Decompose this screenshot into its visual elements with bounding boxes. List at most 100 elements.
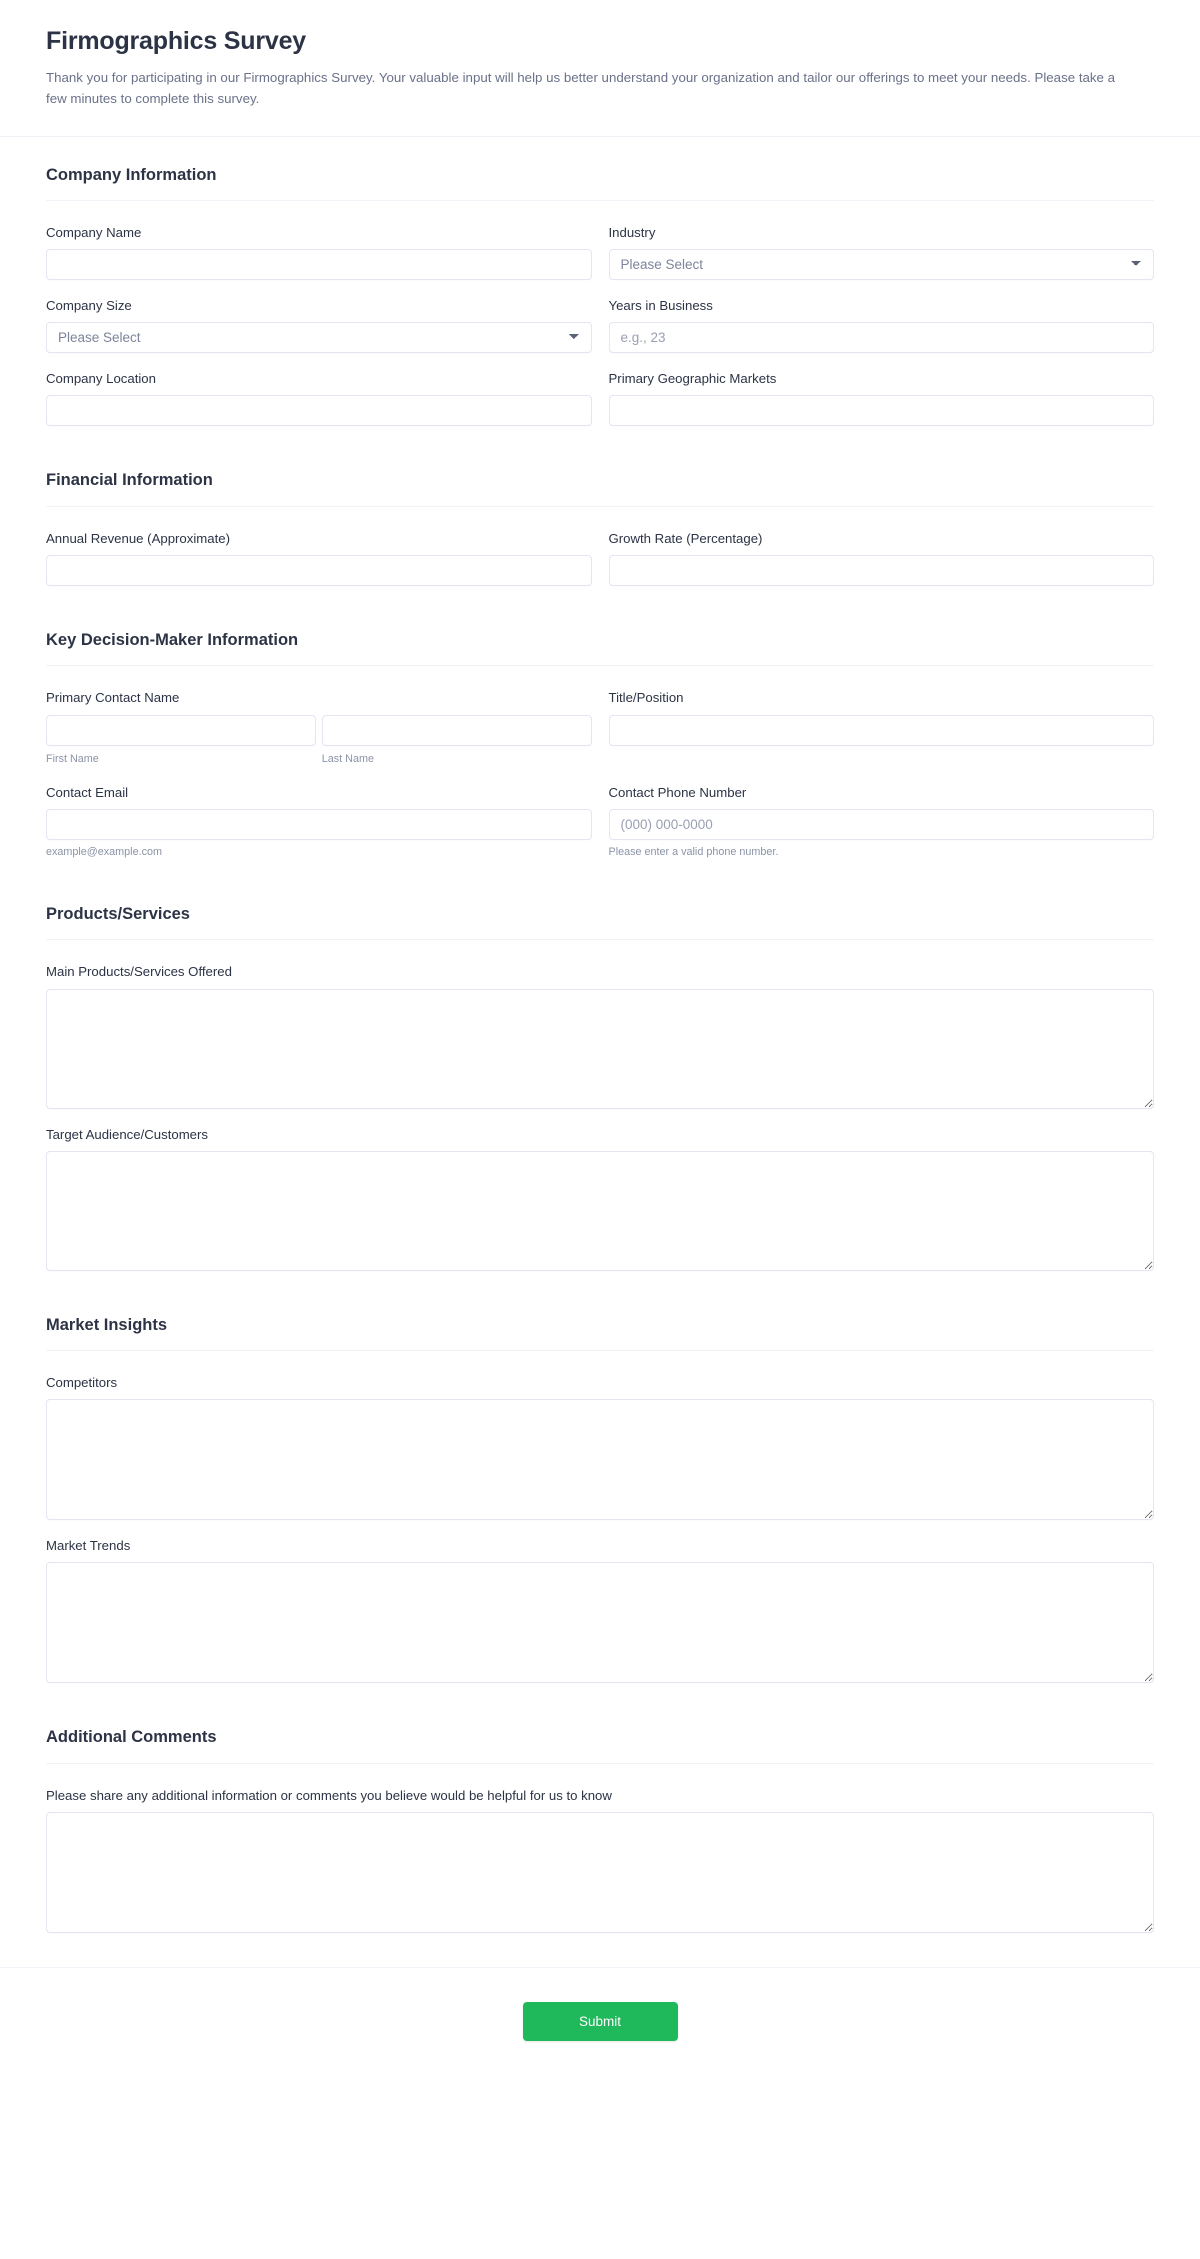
label-company-size: Company Size (46, 298, 132, 314)
growth-rate-input[interactable] (608, 555, 1154, 586)
first-name-hint: First Name (46, 752, 99, 765)
form-col: Primary Contact Name First Name Last Nam… (46, 682, 592, 776)
label-annual-revenue: Annual Revenue (Approximate) (46, 530, 230, 546)
field-competitors: Competitors (46, 1367, 1154, 1530)
title-position-input[interactable] (608, 714, 1154, 746)
annual-revenue-input[interactable] (46, 555, 592, 586)
section-financial-information: Financial Information Annual Revenue (Ap… (0, 442, 1200, 602)
contact-email-input[interactable] (46, 808, 592, 840)
form-row: Primary Contact Name First Name Last Nam… (46, 682, 1154, 776)
section-title-company: Company Information (46, 165, 217, 184)
contact-phone-number-input[interactable] (608, 808, 1154, 840)
form-col: Contact Email example@example.com (46, 777, 592, 870)
target-audience-textarea[interactable] (46, 1150, 1154, 1271)
label-company-name: Company Name (46, 225, 142, 240)
last-name-hint: Last Name (321, 752, 374, 765)
form-row: Annual Revenue (Approximate) Growth Rate… (46, 523, 1154, 596)
submit-button[interactable]: Submit (522, 2001, 678, 2042)
label-years-in-business: Years in Business (608, 298, 713, 314)
field-contact-phone-number: Contact Phone Number Please enter a vali… (608, 777, 1154, 870)
label-market-trends: Market Trends (46, 1538, 131, 1554)
company-name-input[interactable] (46, 249, 592, 281)
section-header-decision-maker: Key Decision-Maker Information (46, 602, 1154, 667)
competitors-textarea[interactable] (46, 1399, 1154, 1521)
field-industry: Industry Please Select (608, 217, 1154, 290)
contact-email-hint: example@example.com (46, 845, 162, 858)
label-primary-geographic-markets: Primary Geographic Markets (608, 371, 777, 387)
last-name-input[interactable] (321, 714, 592, 746)
company-location-input[interactable] (46, 395, 592, 427)
form-col: Annual Revenue (Approximate) (46, 523, 592, 596)
form-col: Market Trends (46, 1530, 1154, 1693)
label-main-products-services: Main Products/Services Offered (46, 964, 232, 980)
additional-comments-textarea[interactable] (46, 1811, 1154, 1933)
form-col: Main Products/Services Offered (46, 956, 1154, 1118)
form-col: Competitors (46, 1367, 1154, 1530)
label-primary-contact-name: Primary Contact Name (46, 690, 180, 706)
form-row: Competitors (46, 1367, 1154, 1530)
form-row: Company Location Primary Geographic Mark… (46, 363, 1154, 436)
years-in-business-input[interactable] (608, 322, 1154, 354)
section-company-information: Company Information Company Name Industr… (0, 137, 1200, 443)
survey-form: Firmographics Survey Thank you for parti… (0, 0, 1200, 2086)
label-company-location: Company Location (46, 371, 156, 387)
section-body-company: Company Name Industry Please Select Comp… (46, 201, 1154, 442)
form-row: Main Products/Services Offered (46, 956, 1154, 1118)
label-additional-comments: Please share any additional information … (46, 1787, 612, 1803)
label-growth-rate: Growth Rate (Percentage) (608, 530, 763, 546)
form-row: Market Trends (46, 1530, 1154, 1693)
form-col: Company Size Please Select (46, 290, 592, 363)
section-body-financial: Annual Revenue (Approximate) Growth Rate… (46, 507, 1154, 602)
form-header: Firmographics Survey Thank you for parti… (0, 0, 1200, 137)
section-header-market: Market Insights (46, 1287, 1154, 1352)
label-industry: Industry (608, 225, 656, 240)
section-products-services: Products/Services Main Products/Services… (0, 876, 1200, 1287)
section-body-decision-maker: Primary Contact Name First Name Last Nam… (46, 666, 1154, 876)
field-target-audience: Target Audience/Customers (46, 1119, 1154, 1281)
field-annual-revenue: Annual Revenue (Approximate) (46, 523, 592, 596)
form-row: Please share any additional information … (46, 1780, 1154, 1943)
form-row: Company Size Please Select Years in Busi… (46, 290, 1154, 363)
section-key-decision-maker-information: Key Decision-Maker Information Primary C… (0, 602, 1200, 876)
form-col: Target Audience/Customers (46, 1119, 1154, 1281)
label-contact-phone-number: Contact Phone Number (608, 784, 747, 800)
section-body-market: Competitors Market Trends (46, 1351, 1154, 1699)
label-competitors: Competitors (46, 1375, 118, 1391)
section-body-additional: Please share any additional information … (46, 1764, 1154, 1949)
form-col: Primary Geographic Markets (608, 363, 1154, 436)
first-name-input[interactable] (46, 714, 316, 746)
field-company-location: Company Location (46, 363, 592, 436)
section-market-insights: Market Insights Competitors Market Trend… (0, 1287, 1200, 1700)
field-main-products-services: Main Products/Services Offered (46, 956, 1154, 1118)
section-additional-comments: Additional Comments Please share any add… (0, 1699, 1200, 1949)
field-additional-comments: Please share any additional information … (46, 1780, 1154, 1943)
form-row: Contact Email example@example.com Contac… (46, 777, 1154, 870)
section-title-products: Products/Services (46, 904, 190, 923)
label-contact-email: Contact Email (46, 784, 129, 800)
section-title-financial: Financial Information (46, 471, 213, 490)
field-market-trends: Market Trends (46, 1530, 1154, 1693)
field-company-name: Company Name (46, 217, 592, 290)
industry-select[interactable]: Please Select (608, 249, 1154, 281)
field-company-size: Company Size Please Select (46, 290, 592, 363)
section-title-market: Market Insights (46, 1315, 168, 1334)
form-col: Company Name (46, 217, 592, 290)
form-col: Industry Please Select (608, 217, 1154, 290)
primary-geographic-markets-input[interactable] (608, 395, 1154, 427)
contact-phone-hint: Please enter a valid phone number. (608, 845, 779, 858)
form-row: Target Audience/Customers (46, 1119, 1154, 1281)
section-header-additional: Additional Comments (46, 1699, 1154, 1764)
form-description: Thank you for participating in our Firmo… (46, 69, 1116, 107)
main-products-services-textarea[interactable] (46, 988, 1154, 1109)
form-footer: Submit (0, 1966, 1200, 2086)
field-primary-contact-name: Primary Contact Name First Name Last Nam… (46, 682, 592, 776)
form-row: Company Name Industry Please Select (46, 217, 1154, 290)
section-title-decision-maker: Key Decision-Maker Information (46, 631, 299, 649)
label-target-audience: Target Audience/Customers (46, 1126, 208, 1142)
form-col: Growth Rate (Percentage) (608, 523, 1154, 596)
page-title: Firmographics Survey (46, 27, 306, 55)
company-size-select[interactable]: Please Select (46, 322, 592, 354)
market-trends-textarea[interactable] (46, 1562, 1154, 1684)
label-title-position: Title/Position (608, 690, 684, 706)
section-header-financial: Financial Information (46, 442, 1154, 507)
